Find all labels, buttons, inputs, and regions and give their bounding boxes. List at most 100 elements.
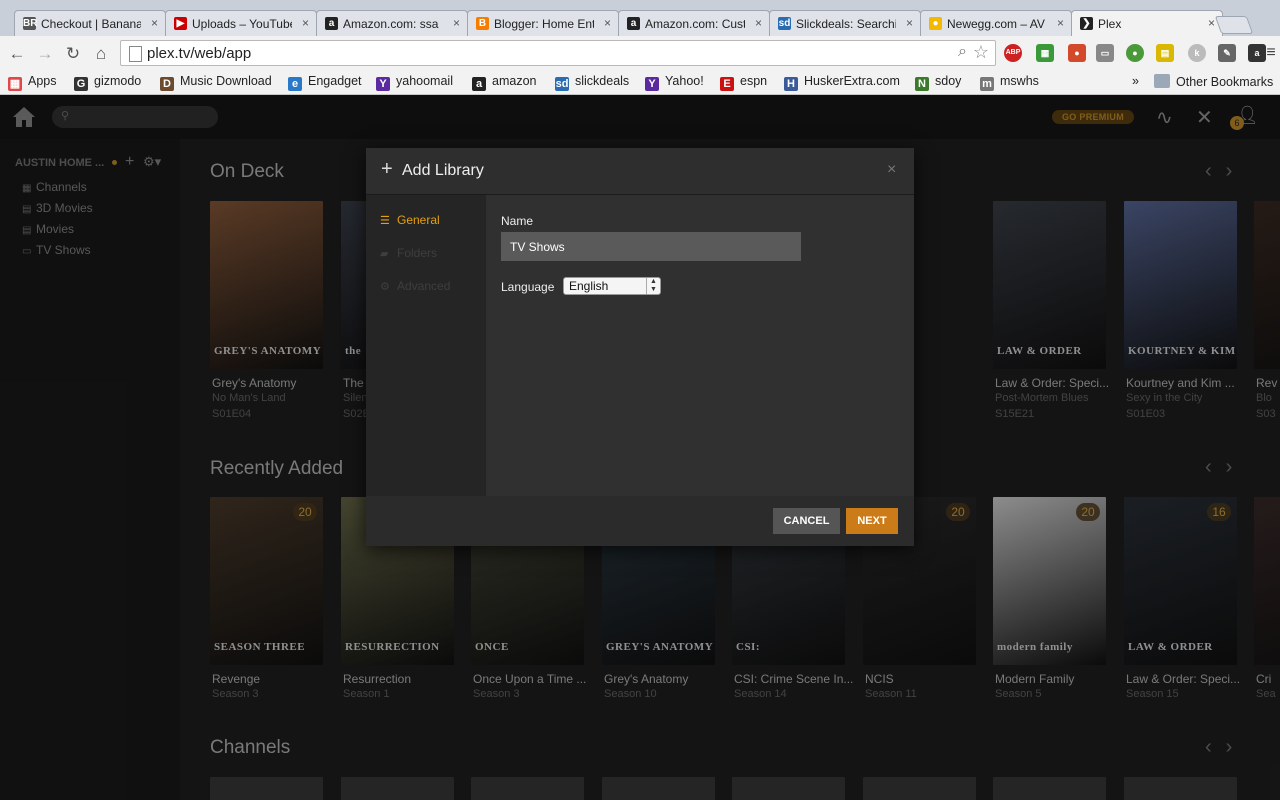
browser-tab[interactable]: ▶ Uploads – YouTube ×	[165, 10, 317, 36]
tab-title: Plex	[1098, 17, 1122, 31]
modal-nav-label: Folders	[397, 246, 438, 260]
bookmark-item[interactable]: e Engadget	[288, 74, 362, 91]
bookmark-item[interactable]: H HuskerExtra.com	[784, 74, 900, 91]
bookmark-label: espn	[740, 74, 768, 88]
close-icon[interactable]: ×	[887, 161, 896, 179]
library-name-input[interactable]	[501, 232, 801, 261]
extension-icon[interactable]: ▦	[1036, 44, 1054, 62]
modal-body: Name Language English ▲▼	[486, 195, 914, 496]
music-download-icon: D	[160, 77, 174, 91]
bookmark-item[interactable]: a amazon	[472, 74, 536, 91]
language-label: Language	[501, 280, 555, 294]
modal-nav-general[interactable]: ☰ General	[380, 213, 440, 227]
amazon-favicon: a	[627, 17, 640, 30]
bookmark-item[interactable]: sd slickdeals	[555, 74, 629, 91]
folder-icon	[1154, 74, 1170, 88]
plex-favicon: ❯	[1080, 17, 1093, 30]
bookmark-item[interactable]: Ggizmodo	[74, 74, 141, 91]
other-bookmarks[interactable]: Other Bookmarks	[1154, 74, 1273, 89]
plus-icon: +	[381, 158, 393, 180]
back-icon[interactable]: ←	[7, 44, 27, 64]
blogger-favicon: B	[476, 17, 489, 30]
engadget-icon: e	[288, 77, 302, 91]
folder-icon: ▰	[380, 248, 389, 260]
bookmark-item[interactable]: Nsdoy	[915, 74, 961, 91]
extension-icon[interactable]: ●	[1068, 44, 1086, 62]
modal-nav-folders[interactable]: ▰ Folders	[380, 246, 437, 260]
close-tab-icon[interactable]: ×	[302, 16, 309, 30]
bookmark-star-icon[interactable]: ☆	[973, 42, 989, 63]
name-label: Name	[501, 214, 534, 228]
extension-icon[interactable]: k	[1188, 44, 1206, 62]
modal-nav-label: Advanced	[397, 279, 451, 293]
yahoo-icon: Y	[376, 77, 390, 91]
bookmark-item[interactable]: ▦ Apps	[8, 74, 57, 91]
tab-title: Newegg.com – AV	[947, 17, 1045, 31]
youtube-favicon: ▶	[174, 17, 187, 30]
mswhs-icon: m	[980, 77, 994, 91]
apps-grid-icon: ▦	[8, 77, 22, 91]
close-tab-icon[interactable]: ×	[453, 16, 460, 30]
next-button[interactable]: NEXT	[846, 508, 898, 534]
menu-icon[interactable]: ≡	[1262, 44, 1280, 62]
zoom-icon[interactable]: ⌕	[958, 43, 967, 61]
bookmark-label: HuskerExtra.com	[804, 74, 900, 88]
close-tab-icon[interactable]: ×	[755, 16, 762, 30]
bookmark-label: Engadget	[308, 74, 362, 88]
bookmark-label: Music Download	[180, 74, 272, 88]
new-tab-button[interactable]	[1214, 16, 1254, 34]
close-tab-icon[interactable]: ×	[604, 16, 611, 30]
select-arrows-icon: ▲ ▼	[646, 278, 660, 294]
modal-nav-advanced[interactable]: ⚙ Advanced	[380, 279, 450, 293]
bookmark-label: slickdeals	[575, 74, 630, 88]
url-text: plex.tv/web/app	[147, 45, 252, 62]
bookmark-label: sdoy	[935, 74, 962, 88]
modal-header: + Add Library ×	[366, 148, 914, 195]
tab-title: Checkout | Banana	[41, 17, 141, 31]
browser-tab[interactable]: ❯ Plex ×	[1071, 10, 1223, 36]
forward-icon[interactable]: →	[35, 44, 55, 64]
tab-title: Amazon.com: Cust	[645, 17, 745, 31]
cast-icon[interactable]: ▭	[1096, 44, 1114, 62]
modal-nav-label: General	[397, 213, 440, 227]
bookmark-item[interactable]: Yyahoomail	[376, 74, 453, 91]
tab-title: Blogger: Home Ent	[494, 17, 594, 31]
cancel-button[interactable]: CANCEL	[773, 508, 840, 534]
reload-icon[interactable]: ↻	[63, 44, 83, 64]
bookmarks-overflow-icon[interactable]: »	[1132, 74, 1139, 88]
browser-tab[interactable]: sd Slickdeals: Searchi ×	[769, 10, 921, 36]
close-tab-icon[interactable]: ×	[1057, 16, 1064, 30]
banana-republic-favicon: BR	[23, 17, 38, 30]
bookmark-item[interactable]: D Music Download	[160, 74, 272, 91]
other-bookmarks-label: Other Bookmarks	[1176, 75, 1274, 89]
address-bar[interactable]: plex.tv/web/app ⌕ ☆	[120, 40, 996, 66]
bookmark-item[interactable]: Y Yahoo!	[645, 74, 704, 91]
evernote-icon[interactable]: ●	[1126, 44, 1144, 62]
browser-tab-bar: BR Checkout | Banana × ▶ Uploads – YouTube × a…	[0, 0, 1280, 36]
tab-title: Amazon.com: ssa	[343, 17, 439, 31]
add-library-modal: + Add Library × ☰ General ▰ Folders ⚙ Advan…	[366, 148, 914, 546]
language-select[interactable]: English ▲ ▼	[563, 277, 661, 295]
bookmark-label: mswhs	[1000, 74, 1039, 88]
bookmarks-bar: ▦ Apps Ggizmodo D Music Download e Engadget Yya…	[0, 70, 1280, 95]
extension-icon[interactable]: ▤	[1156, 44, 1174, 62]
close-tab-icon[interactable]: ×	[906, 16, 913, 30]
modal-title: Add Library	[402, 162, 484, 179]
bookmark-item[interactable]: Eespn	[720, 74, 767, 91]
close-tab-icon[interactable]: ×	[1208, 16, 1215, 30]
modal-footer: CANCEL NEXT	[366, 496, 914, 546]
browser-tab[interactable]: a Amazon.com: ssa ×	[316, 10, 468, 36]
close-tab-icon[interactable]: ×	[151, 16, 158, 30]
sdoy-icon: N	[915, 77, 929, 91]
modal-sidebar: ☰ General ▰ Folders ⚙ Advanced	[366, 195, 486, 496]
adblock-icon[interactable]: ABP	[1004, 44, 1022, 62]
browser-tab[interactable]: ● Newegg.com – AV ×	[920, 10, 1072, 36]
browser-tab[interactable]: a Amazon.com: Cust ×	[618, 10, 770, 36]
bookmark-label: gizmodo	[94, 74, 142, 88]
browser-tab[interactable]: B Blogger: Home Ent ×	[467, 10, 619, 36]
home-page-icon[interactable]: ⌂	[91, 44, 111, 64]
browser-tab[interactable]: BR Checkout | Banana ×	[14, 10, 166, 36]
bookmark-item[interactable]: m mswhs	[980, 74, 1039, 91]
bookmark-label: Yahoo!	[665, 74, 704, 88]
wrench-icon[interactable]: ✎	[1218, 44, 1236, 62]
